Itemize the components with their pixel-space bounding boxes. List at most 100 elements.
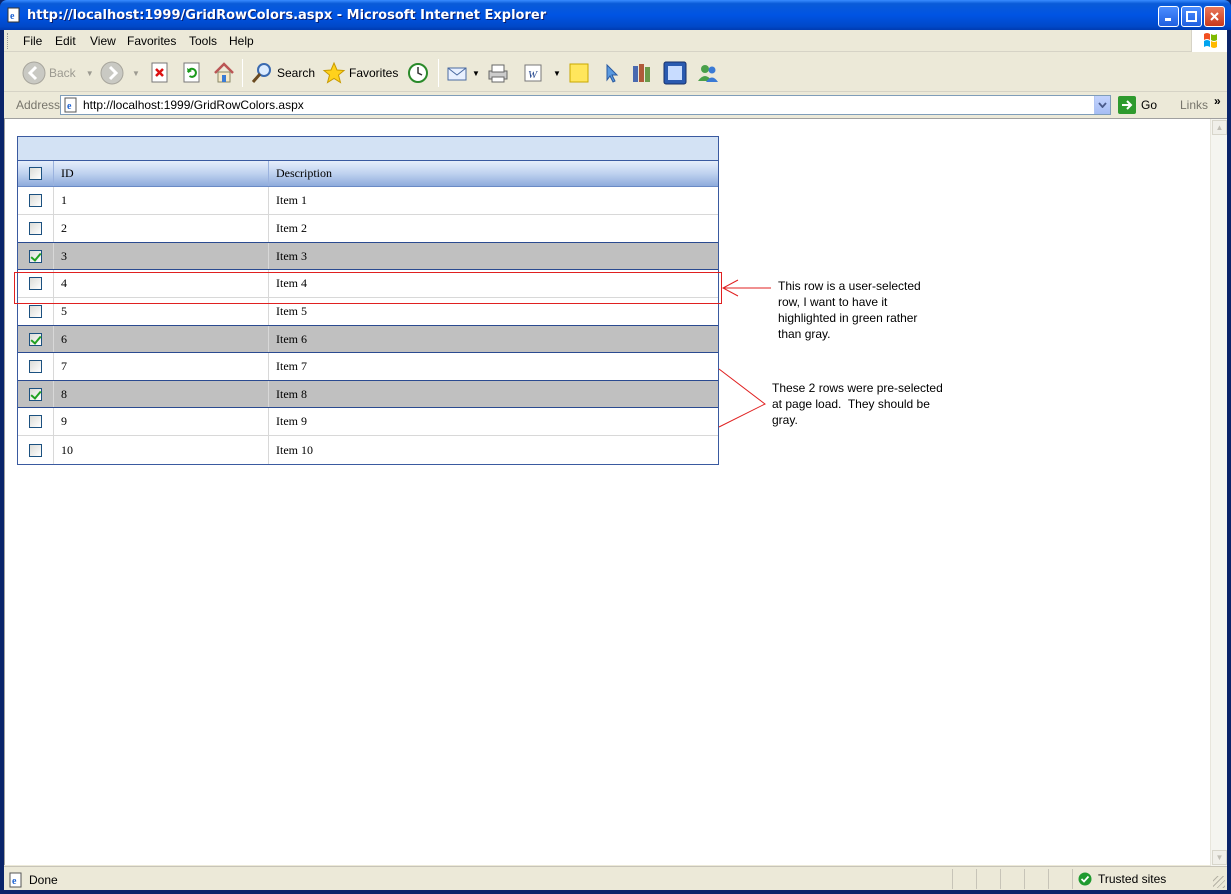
maximize-icon bbox=[1186, 11, 1197, 22]
edit-word-button[interactable]: W ▼ bbox=[522, 59, 561, 87]
mail-dropdown-icon[interactable]: ▼ bbox=[472, 69, 480, 78]
back-arrow-icon bbox=[22, 61, 46, 85]
address-label: Address bbox=[16, 98, 61, 112]
history-clock-icon bbox=[408, 63, 428, 83]
back-button[interactable]: Back ▼ bbox=[22, 59, 94, 87]
books-icon bbox=[633, 64, 650, 82]
address-url: http://localhost:1999/GridRowColors.aspx bbox=[83, 98, 304, 112]
trusted-check-icon bbox=[1078, 872, 1092, 886]
search-button[interactable]: Search bbox=[250, 59, 315, 87]
resize-grip[interactable] bbox=[1213, 876, 1225, 888]
page-done-icon: e bbox=[9, 872, 22, 888]
note-line: at page load. They should be bbox=[772, 397, 930, 411]
go-button[interactable]: Go bbox=[1118, 96, 1157, 114]
back-dropdown-icon[interactable]: ▼ bbox=[86, 69, 94, 78]
menu-view[interactable]: View bbox=[90, 34, 116, 48]
annotation-arrows bbox=[718, 279, 771, 428]
ie-page-icon: e bbox=[7, 7, 20, 23]
status-pane bbox=[1024, 869, 1025, 889]
standard-toolbar: Back ▼ ▼ Search Favorites ▼ W ▼ bbox=[4, 53, 1227, 92]
bluetooth-button[interactable] bbox=[663, 59, 687, 87]
links-toolbar[interactable]: Links bbox=[1180, 98, 1208, 112]
status-pane bbox=[1000, 869, 1001, 889]
status-message: e Done bbox=[8, 872, 58, 888]
window-title: http://localhost:1999/GridRowColors.aspx… bbox=[27, 8, 547, 23]
page-content: ID Description 1 Item 1 2 Item 2 3 Item 3 4 Ite… bbox=[4, 118, 1227, 866]
status-pane bbox=[952, 869, 953, 889]
user-selected-note: This row is a user-selected row, I want … bbox=[778, 278, 921, 342]
search-label: Search bbox=[277, 66, 316, 80]
go-label: Go bbox=[1141, 98, 1158, 112]
forward-dropdown-icon[interactable]: ▼ bbox=[132, 69, 140, 78]
note-line: gray. bbox=[772, 413, 798, 427]
forward-arrow-icon bbox=[100, 61, 124, 85]
minimize-button[interactable] bbox=[1158, 6, 1179, 27]
home-button[interactable] bbox=[212, 59, 236, 87]
word-document-icon: W bbox=[524, 64, 542, 82]
menu-file[interactable]: File bbox=[23, 34, 42, 48]
menu-tools[interactable]: Tools bbox=[189, 34, 217, 48]
svg-text:e: e bbox=[12, 876, 17, 887]
menu-grip bbox=[7, 33, 10, 49]
messenger-cursor-button[interactable] bbox=[600, 59, 622, 87]
close-button[interactable] bbox=[1204, 6, 1225, 27]
menu-help[interactable]: Help bbox=[229, 34, 254, 48]
go-arrow-icon bbox=[1118, 96, 1136, 114]
address-dropdown-button[interactable] bbox=[1094, 96, 1110, 114]
back-label: Back bbox=[49, 66, 76, 80]
messenger-people-icon bbox=[698, 65, 718, 82]
address-input[interactable]: e http://localhost:1999/GridRowColors.as… bbox=[60, 95, 1111, 115]
refresh-icon bbox=[183, 62, 200, 83]
research-button[interactable] bbox=[630, 59, 654, 87]
favorites-button[interactable]: Favorites bbox=[322, 59, 398, 87]
status-bar: e Done Trusted sites bbox=[4, 866, 1227, 890]
status-pane bbox=[976, 869, 977, 889]
mail-button[interactable]: ▼ bbox=[446, 59, 480, 87]
scroll-up-arrow-icon[interactable]: ▲ bbox=[1212, 120, 1227, 135]
status-pane bbox=[1048, 869, 1049, 889]
stop-icon bbox=[151, 62, 168, 83]
status-pane bbox=[1072, 869, 1073, 889]
menu-edit[interactable]: Edit bbox=[55, 34, 76, 48]
menu-bar: File Edit View Favorites Tools Help bbox=[4, 30, 1227, 52]
links-chevron-icon[interactable]: » bbox=[1214, 94, 1221, 108]
page-icon: e bbox=[64, 97, 77, 113]
toolbar-separator bbox=[242, 59, 243, 87]
menu-favorites[interactable]: Favorites bbox=[127, 34, 176, 48]
favorites-label: Favorites bbox=[349, 66, 399, 80]
calculator-icon bbox=[663, 61, 687, 85]
search-icon bbox=[251, 63, 271, 83]
note-line: This row is a user-selected bbox=[778, 279, 921, 293]
minimize-icon bbox=[1165, 18, 1171, 21]
svg-text:e: e bbox=[67, 101, 72, 112]
preselected-note: These 2 rows were pre-selected at page l… bbox=[772, 380, 943, 428]
scroll-down-arrow-icon[interactable]: ▼ bbox=[1212, 850, 1227, 865]
home-icon bbox=[214, 62, 234, 83]
chevron-down-icon bbox=[1098, 102, 1107, 108]
close-icon bbox=[1210, 12, 1219, 21]
history-button[interactable] bbox=[406, 59, 430, 87]
note-line: row, I want to have it bbox=[778, 295, 888, 309]
maximize-button[interactable] bbox=[1181, 6, 1202, 27]
printer-icon bbox=[488, 64, 508, 83]
vertical-scrollbar[interactable]: ▲ ▼ bbox=[1210, 119, 1227, 866]
messenger-button[interactable] bbox=[696, 59, 720, 87]
title-bar[interactable]: e http://localhost:1999/GridRowColors.as… bbox=[0, 0, 1231, 30]
svg-text:W: W bbox=[528, 69, 538, 81]
preselected-bracket-line bbox=[718, 368, 766, 428]
security-zone[interactable]: Trusted sites bbox=[1078, 872, 1166, 886]
address-bar: Address e http://localhost:1999/GridRowC… bbox=[4, 93, 1227, 117]
refresh-button[interactable] bbox=[182, 59, 202, 87]
note-line: These 2 rows were pre-selected bbox=[772, 381, 943, 395]
svg-text:e: e bbox=[10, 11, 15, 22]
status-text: Done bbox=[29, 873, 58, 887]
stop-button[interactable] bbox=[150, 59, 170, 87]
sticky-note-icon bbox=[569, 63, 589, 83]
zone-text: Trusted sites bbox=[1098, 872, 1167, 886]
forward-button[interactable]: ▼ bbox=[100, 59, 140, 87]
print-button[interactable] bbox=[486, 59, 510, 87]
windows-flag-icon bbox=[1204, 33, 1217, 48]
mail-icon bbox=[447, 67, 467, 81]
edit-dropdown-icon[interactable]: ▼ bbox=[553, 69, 561, 78]
notes-button[interactable] bbox=[568, 59, 590, 87]
